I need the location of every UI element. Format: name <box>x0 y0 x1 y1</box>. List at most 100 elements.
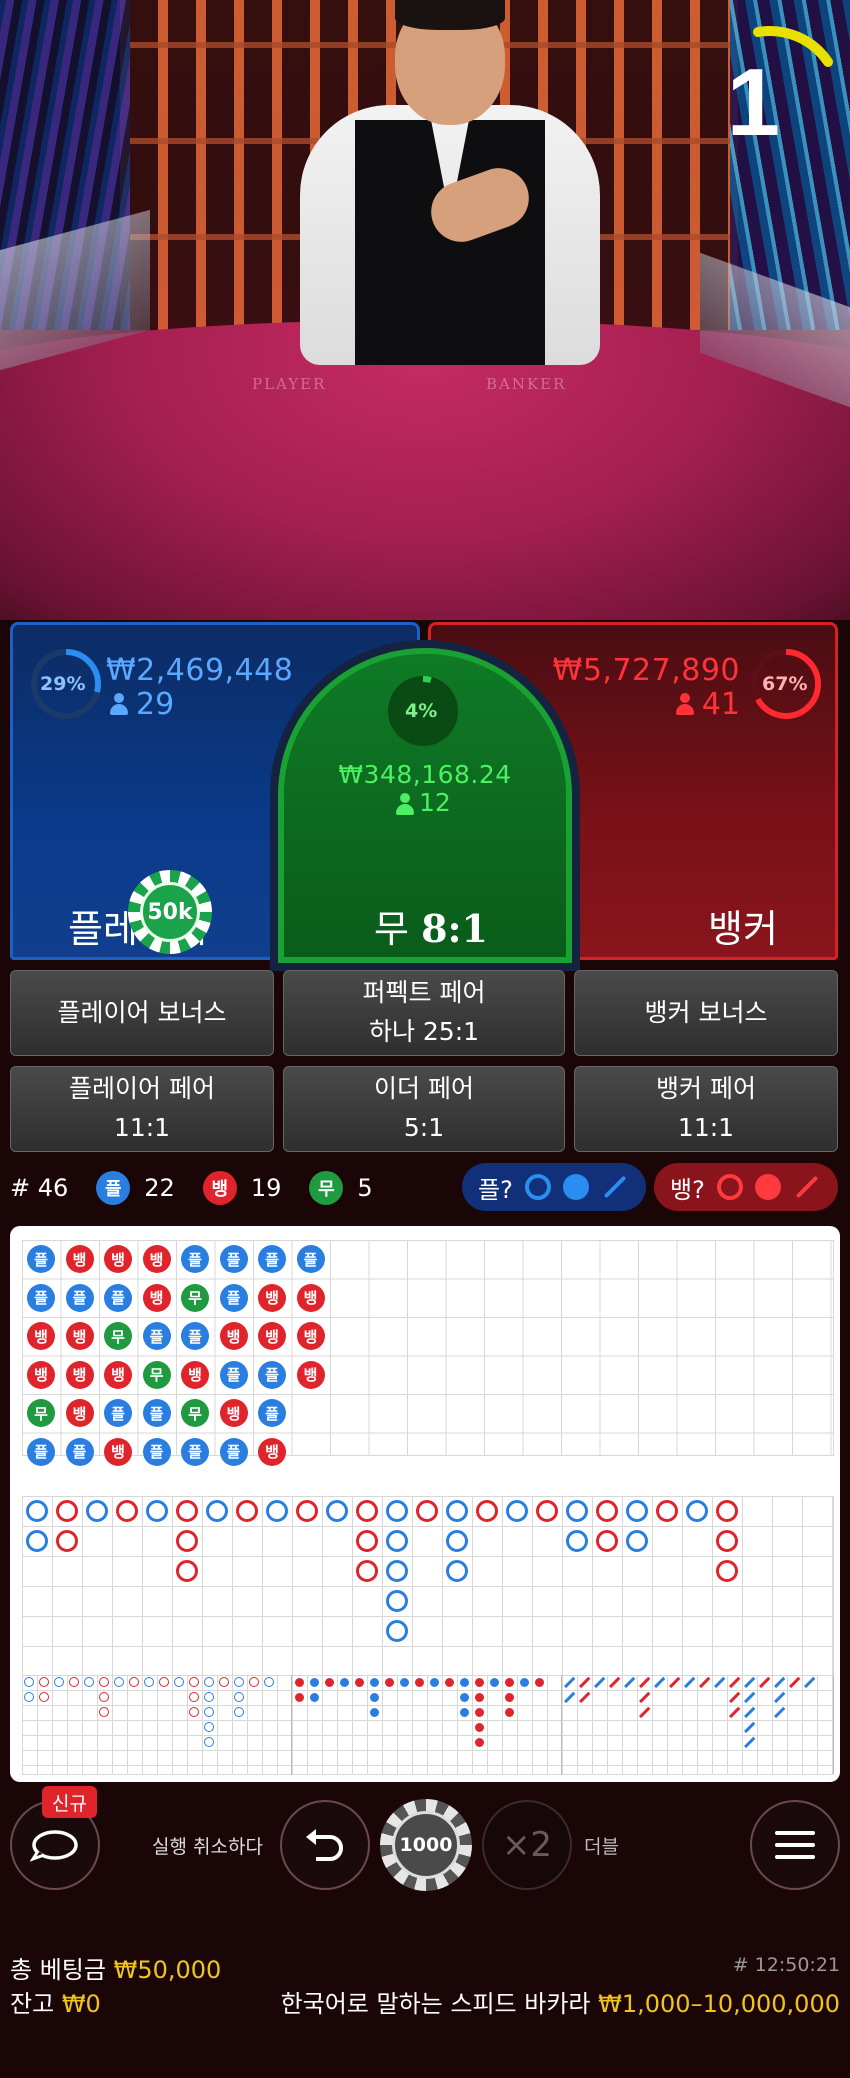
big-eye-mark <box>99 1707 109 1717</box>
big-eye-road <box>22 1675 292 1775</box>
banker-pair-button[interactable]: 뱅커 페어 11:1 <box>574 1066 838 1152</box>
small-road-mark <box>460 1678 469 1687</box>
chat-icon <box>30 1830 78 1862</box>
big-eye-mark <box>264 1677 274 1687</box>
player-percent: 29% <box>40 673 86 695</box>
cockroach-mark <box>579 1676 590 1688</box>
big-eye-mark <box>234 1677 244 1687</box>
banker-predict-button[interactable]: 뱅? <box>654 1163 838 1211</box>
cockroach-mark <box>729 1676 740 1688</box>
tie-badge: 무 <box>309 1171 344 1205</box>
player-bonus-button[interactable]: 플레이어 보너스 <box>10 970 274 1056</box>
live-video: PLAYER BANKER 1 <box>0 0 850 620</box>
big-eye-mark <box>189 1707 199 1717</box>
perfect-pair-button[interactable]: 퍼펙트 페어 하나 25:1 <box>283 970 565 1056</box>
bead-result: 무 <box>181 1399 209 1427</box>
bead-result: 플 <box>142 1437 171 1466</box>
bead-result: 무 <box>27 1399 55 1427</box>
game-name: 한국어로 말하는 스피드 바카라 <box>280 1990 591 2018</box>
new-badge: 신규 <box>42 1786 97 1818</box>
cockroach-mark <box>639 1691 650 1703</box>
banker-bonus-button[interactable]: 뱅커 보너스 <box>574 970 838 1056</box>
big-eye-mark <box>204 1692 214 1702</box>
scoreboard-roads[interactable]: 플플뱅뱅무플뱅플뱅뱅뱅플뱅플무뱅플뱅뱅뱅플무플플플무플뱅무플플플뱅플뱅플플뱅뱅플… <box>10 1226 840 1782</box>
big-eye-mark <box>234 1707 244 1717</box>
big-road-mark <box>116 1500 138 1522</box>
cockroach-mark <box>564 1676 575 1688</box>
bead-result: 뱅 <box>258 1322 286 1350</box>
small-road-mark <box>475 1723 484 1732</box>
bead-result: 뱅 <box>104 1245 132 1273</box>
bead-result: 뱅 <box>219 1322 248 1350</box>
big-road-mark <box>146 1500 168 1522</box>
big-road-mark <box>386 1590 408 1612</box>
round-stats: # 46 플 22 뱅 19 무 5 <box>10 1160 373 1216</box>
big-eye-mark <box>204 1677 214 1687</box>
player-pair-button[interactable]: 플레이어 페어 11:1 <box>10 1066 274 1152</box>
bead-result: 무 <box>104 1322 132 1350</box>
big-road-mark <box>506 1500 528 1522</box>
big-road-mark <box>56 1500 78 1522</box>
big-road <box>22 1496 834 1676</box>
cockroach-mark <box>669 1676 680 1688</box>
person-icon <box>675 693 694 715</box>
big-road-mark <box>176 1500 198 1522</box>
big-road-mark <box>596 1530 618 1552</box>
player-wins: 22 <box>144 1174 175 1202</box>
big-road-mark <box>596 1500 618 1522</box>
player-predict-button[interactable]: 플? <box>462 1163 646 1211</box>
placed-chip[interactable]: 50k <box>128 870 212 954</box>
bead-result: 뱅 <box>27 1360 55 1389</box>
player-badge: 플 <box>96 1171 131 1205</box>
cockroach-road <box>562 1675 834 1775</box>
bead-result: 뱅 <box>65 1360 94 1389</box>
undo-button[interactable] <box>280 1800 370 1890</box>
bead-result: 플 <box>219 1437 248 1466</box>
bead-result: 플 <box>258 1360 286 1389</box>
big-road-mark <box>326 1500 348 1522</box>
small-road-mark <box>355 1678 364 1687</box>
bead-result: 뱅 <box>181 1360 209 1389</box>
big-eye-mark <box>69 1677 79 1687</box>
big-eye-mark <box>129 1677 139 1687</box>
big-eye-mark <box>99 1677 109 1687</box>
either-pair-button[interactable]: 이더 페어 5:1 <box>283 1066 565 1152</box>
big-eye-mark <box>54 1677 64 1687</box>
player-bettors: 29 <box>110 687 174 722</box>
small-road-dot-icon <box>562 1174 589 1200</box>
big-eye-mark <box>189 1692 199 1702</box>
bead-road: 플플뱅뱅무플뱅플뱅뱅뱅플뱅플무뱅플뱅뱅뱅플무플플플무플뱅무플플플뱅플뱅플플뱅뱅플… <box>22 1240 834 1466</box>
cockroach-mark <box>744 1736 755 1748</box>
cockroach-mark <box>564 1691 575 1703</box>
big-road-mark <box>626 1530 648 1552</box>
banker-wins: 19 <box>250 1174 282 1202</box>
small-road-mark <box>505 1708 514 1717</box>
big-road-mark <box>26 1500 48 1522</box>
cockroach-mark <box>654 1676 665 1688</box>
bead-result: 무 <box>181 1283 209 1312</box>
bead-result: 뱅 <box>296 1360 325 1389</box>
balance-value: ₩0 <box>61 1990 101 2018</box>
bead-result: 뱅 <box>65 1322 94 1350</box>
cockroach-slash-icon <box>795 1175 819 1199</box>
big-eye-mark <box>249 1677 259 1687</box>
menu-button[interactable] <box>750 1800 840 1890</box>
cockroach-slash-icon <box>603 1175 627 1199</box>
small-road-mark <box>385 1678 394 1687</box>
big-road-ring-icon <box>716 1174 743 1200</box>
cockroach-mark <box>759 1676 770 1688</box>
big-road-mark <box>386 1560 408 1582</box>
cockroach-mark <box>594 1676 605 1688</box>
big-eye-mark <box>144 1677 154 1687</box>
bead-result: 뱅 <box>142 1283 171 1312</box>
small-road-mark <box>325 1678 334 1687</box>
small-road-mark <box>475 1708 484 1717</box>
bead-result: 플 <box>258 1245 286 1273</box>
big-eye-mark <box>189 1677 199 1687</box>
small-road-mark <box>340 1678 349 1687</box>
person-icon <box>110 693 128 715</box>
double-button[interactable]: ×2 <box>482 1800 572 1890</box>
chip-selector[interactable]: 1000 <box>380 1799 472 1891</box>
small-road-mark <box>460 1693 469 1702</box>
bead-result: 플 <box>258 1399 286 1427</box>
